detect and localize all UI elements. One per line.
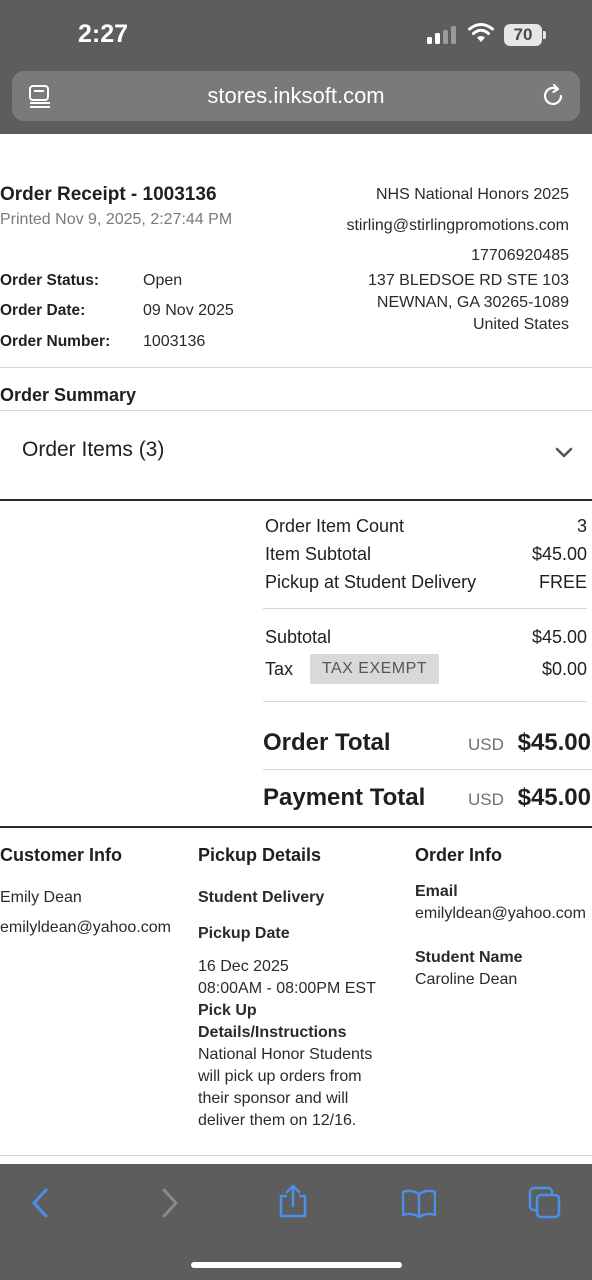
receipt-title: Order Receipt - 1003136 bbox=[0, 184, 217, 205]
summary-row-label: Pickup at Student Delivery bbox=[265, 572, 477, 592]
order-summary-heading: Order Summary bbox=[0, 385, 137, 405]
order-info-heading: Order Info bbox=[415, 845, 503, 865]
wifi-icon bbox=[468, 23, 494, 42]
payment-total-currency: USD bbox=[468, 790, 504, 809]
order-status-label: Order Status: bbox=[0, 272, 100, 289]
share-icon[interactable] bbox=[276, 1184, 310, 1218]
pickup-instructions-line: their sponsor and will bbox=[198, 1090, 349, 1107]
order-total-currency: USD bbox=[468, 735, 504, 754]
pickup-details-heading: Pickup Details bbox=[198, 845, 322, 865]
payment-total-value: $45.00 bbox=[517, 784, 591, 811]
section-divider bbox=[0, 826, 592, 828]
order-total-value: $45.00 bbox=[517, 729, 591, 756]
pickup-instructions-line: deliver them on 12/16. bbox=[198, 1112, 357, 1129]
pickup-instructions-line: will pick up orders from bbox=[198, 1068, 362, 1085]
address-bar[interactable]: stores.inksoft.com bbox=[12, 71, 580, 121]
order-items-accordion[interactable]: Order Items (3) bbox=[0, 411, 592, 499]
summary-row-value: FREE bbox=[538, 572, 587, 592]
order-items-toggle-label[interactable]: Order Items (3) bbox=[22, 438, 164, 462]
browser-top-bar: 2:27 70 stores.inksoft.com bbox=[0, 0, 592, 134]
order-info-email: emilyldean@yahoo.com bbox=[415, 905, 586, 922]
cellular-signal-icon bbox=[427, 26, 457, 44]
section-divider bbox=[0, 499, 592, 501]
store-email: stirling@stirlingpromotions.com bbox=[346, 217, 569, 234]
pickup-method: Student Delivery bbox=[198, 889, 325, 906]
divider bbox=[0, 1155, 592, 1156]
tax-label: Tax bbox=[265, 659, 294, 679]
battery-icon: 70 bbox=[504, 24, 542, 46]
status-time: 2:27 bbox=[78, 20, 129, 48]
summary-row-value: $45.00 bbox=[531, 544, 587, 564]
summary-row-label: Order Item Count bbox=[265, 516, 405, 536]
store-phone: 17706920485 bbox=[471, 247, 569, 264]
summary-row-label: Item Subtotal bbox=[265, 544, 372, 564]
store-name: NHS National Honors 2025 bbox=[376, 186, 569, 203]
customer-name: Emily Dean bbox=[0, 889, 82, 906]
pickup-date-label: Pickup Date bbox=[198, 925, 290, 942]
tabs-icon[interactable] bbox=[528, 1186, 562, 1220]
url-text[interactable]: stores.inksoft.com bbox=[12, 83, 580, 109]
divider bbox=[263, 701, 587, 702]
pickup-date: 16 Dec 2025 bbox=[198, 958, 289, 975]
forward-icon[interactable] bbox=[152, 1186, 186, 1220]
order-number-value: 1003136 bbox=[143, 333, 206, 350]
payment-total-label: Payment Total bbox=[263, 784, 426, 811]
store-address-line2: NEWNAN, GA 30265-1089 bbox=[376, 294, 569, 311]
order-date-value: 09 Nov 2025 bbox=[143, 302, 234, 319]
home-indicator bbox=[191, 1262, 402, 1268]
customer-email: emilyldean@yahoo.com bbox=[0, 919, 171, 936]
chevron-down-icon[interactable] bbox=[555, 446, 573, 460]
divider bbox=[263, 608, 587, 609]
subtotal-label: Subtotal bbox=[265, 627, 332, 647]
pickup-instructions-line: National Honor Students bbox=[198, 1046, 373, 1063]
pickup-instructions-label: Pick Up bbox=[198, 1002, 257, 1019]
summary-row-value: 3 bbox=[576, 516, 587, 536]
tax-exempt-badge: TAX EXEMPT bbox=[310, 654, 439, 684]
order-total-label: Order Total bbox=[263, 729, 391, 756]
order-number-label: Order Number: bbox=[0, 333, 111, 350]
order-status-value: Open bbox=[143, 272, 183, 289]
subtotal-value: $45.00 bbox=[531, 627, 587, 647]
divider bbox=[0, 367, 592, 368]
order-date-label: Order Date: bbox=[0, 302, 86, 319]
tax-value: $0.00 bbox=[541, 659, 587, 679]
bookmarks-icon[interactable] bbox=[402, 1186, 436, 1220]
back-icon[interactable] bbox=[24, 1186, 58, 1220]
pickup-instructions-label: Details/Instructions bbox=[198, 1024, 347, 1041]
divider bbox=[263, 769, 592, 770]
order-info-email-label: Email bbox=[415, 883, 458, 900]
battery-nub bbox=[543, 31, 546, 39]
student-name: Caroline Dean bbox=[415, 971, 518, 988]
student-name-label: Student Name bbox=[415, 949, 523, 966]
printed-timestamp: Printed Nov 9, 2025, 2:27:44 PM bbox=[0, 211, 233, 228]
store-country: United States bbox=[472, 316, 569, 333]
reload-icon[interactable] bbox=[540, 83, 566, 109]
customer-info-heading: Customer Info bbox=[0, 845, 123, 865]
pickup-time: 08:00AM - 08:00PM EST bbox=[198, 980, 376, 997]
store-address-line1: 137 BLEDSOE RD STE 103 bbox=[368, 272, 569, 289]
